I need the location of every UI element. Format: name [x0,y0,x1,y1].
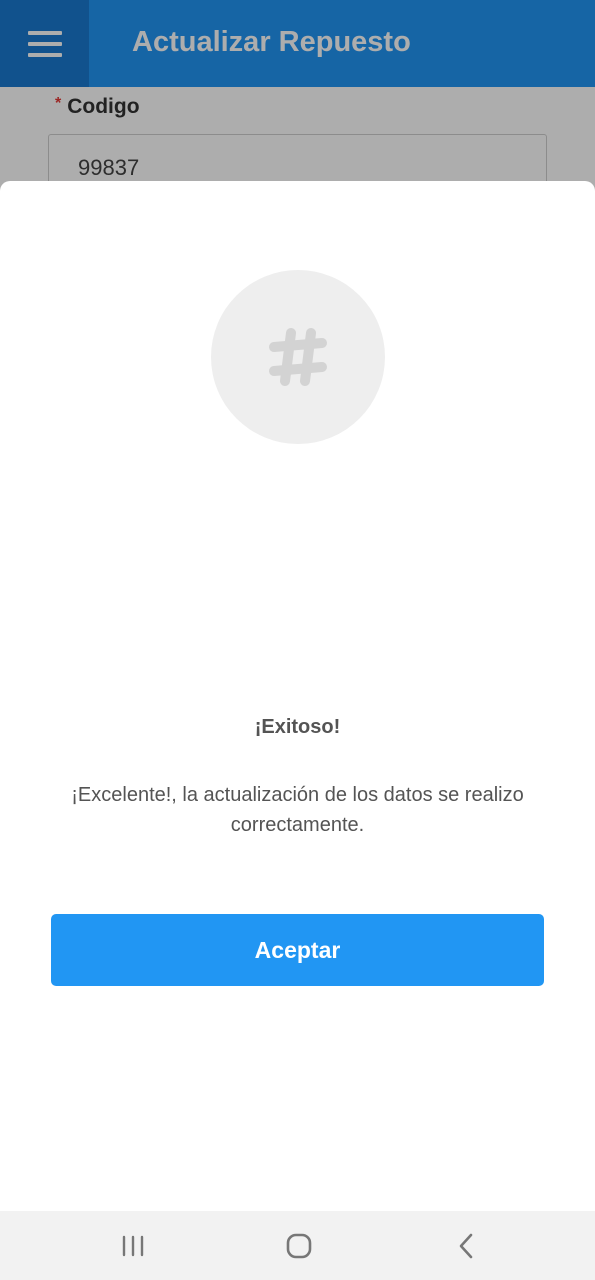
home-button[interactable] [259,1211,339,1280]
dialog-title: ¡Exitoso! [254,716,341,738]
recent-apps-icon [122,1235,144,1256]
screen: Actualizar Repuesto * Codigo 99837 ¡Exito… [0,0,595,1280]
home-icon [286,1233,312,1258]
recent-apps-button[interactable] [93,1211,173,1280]
success-dialog: ¡Exitoso! ¡Excelente!, la actualización … [0,181,595,1211]
system-nav-bar [0,1211,595,1280]
accept-button[interactable]: Aceptar [51,914,544,986]
dialog-message: ¡Excelente!, la actualización de los dat… [71,784,524,836]
back-icon [459,1233,473,1258]
back-button[interactable] [426,1211,506,1280]
dialog-icon-badge [211,270,385,444]
hashtag-icon [269,328,327,386]
